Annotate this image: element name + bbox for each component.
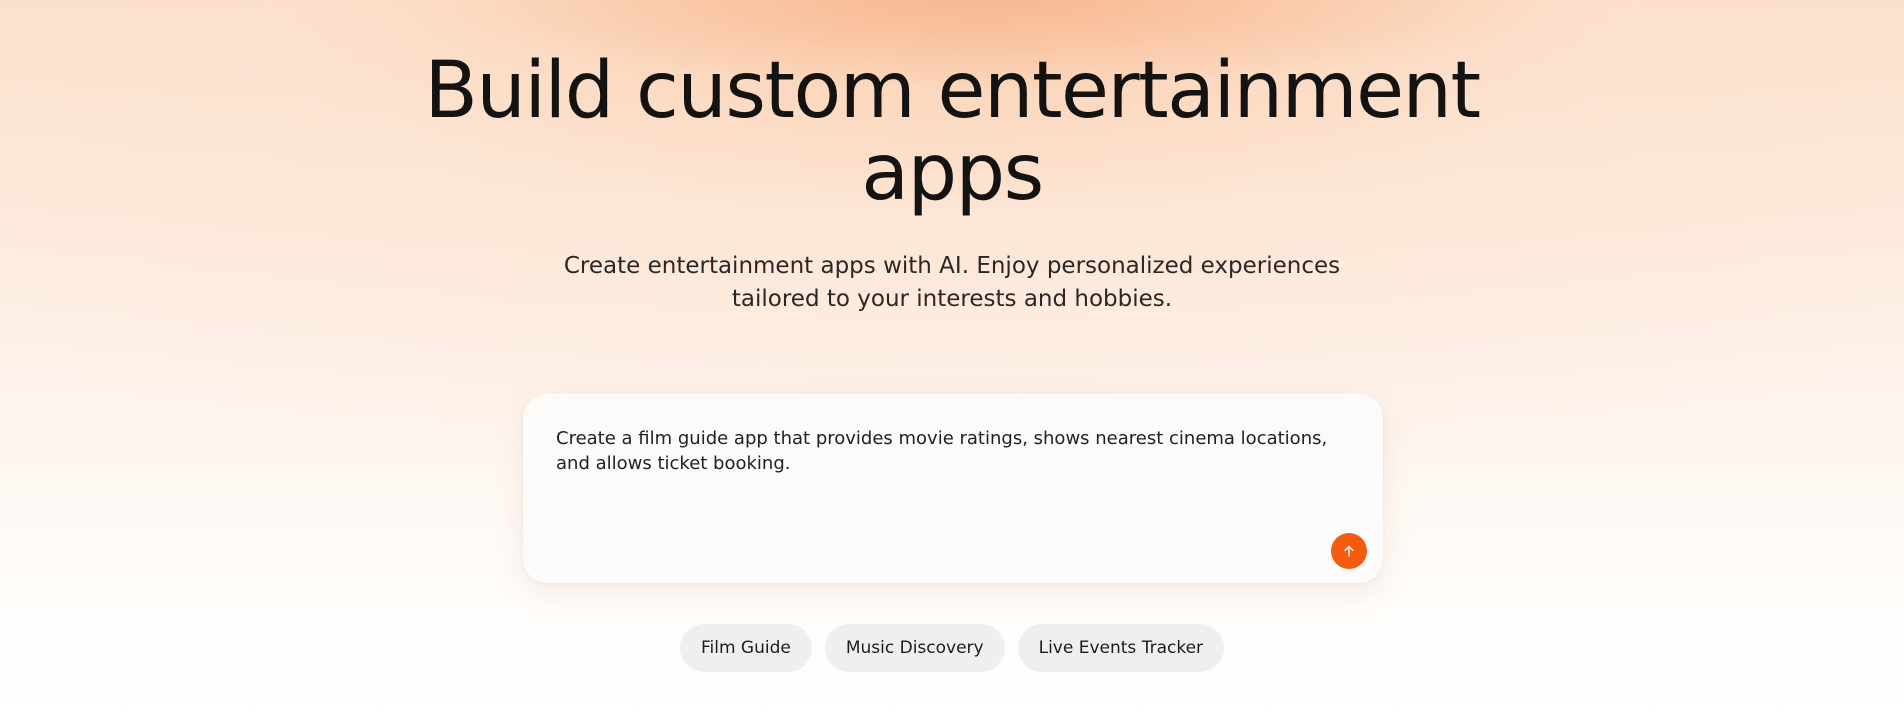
suggestion-chips: Film Guide Music Discovery Live Events T… bbox=[0, 624, 1904, 672]
page-subtitle-line-1: Create entertainment apps with AI. Enjoy… bbox=[563, 253, 1341, 279]
prompt-card: Create a film guide app that provides mo… bbox=[523, 394, 1383, 583]
suggestion-chip-live-events-tracker[interactable]: Live Events Tracker bbox=[1017, 624, 1225, 672]
suggestion-chip-music-discovery[interactable]: Music Discovery bbox=[824, 624, 1005, 672]
page-subtitle-line-2: tailored to your interests and hobbies. bbox=[731, 286, 1173, 312]
hero-section: Build custom entertainment apps Create e… bbox=[0, 0, 1904, 723]
page-title-line-2: apps bbox=[861, 128, 1044, 218]
suggestion-chip-film-guide[interactable]: Film Guide bbox=[679, 624, 812, 672]
submit-button[interactable] bbox=[1331, 533, 1367, 569]
prompt-input[interactable]: Create a film guide app that provides mo… bbox=[556, 426, 1346, 476]
page-title: Build custom entertainment apps bbox=[0, 50, 1904, 214]
page-subtitle: Create entertainment apps with AI. Enjoy… bbox=[0, 250, 1904, 316]
page-title-line-1: Build custom entertainment bbox=[424, 46, 1481, 136]
arrow-up-icon bbox=[1342, 544, 1356, 558]
